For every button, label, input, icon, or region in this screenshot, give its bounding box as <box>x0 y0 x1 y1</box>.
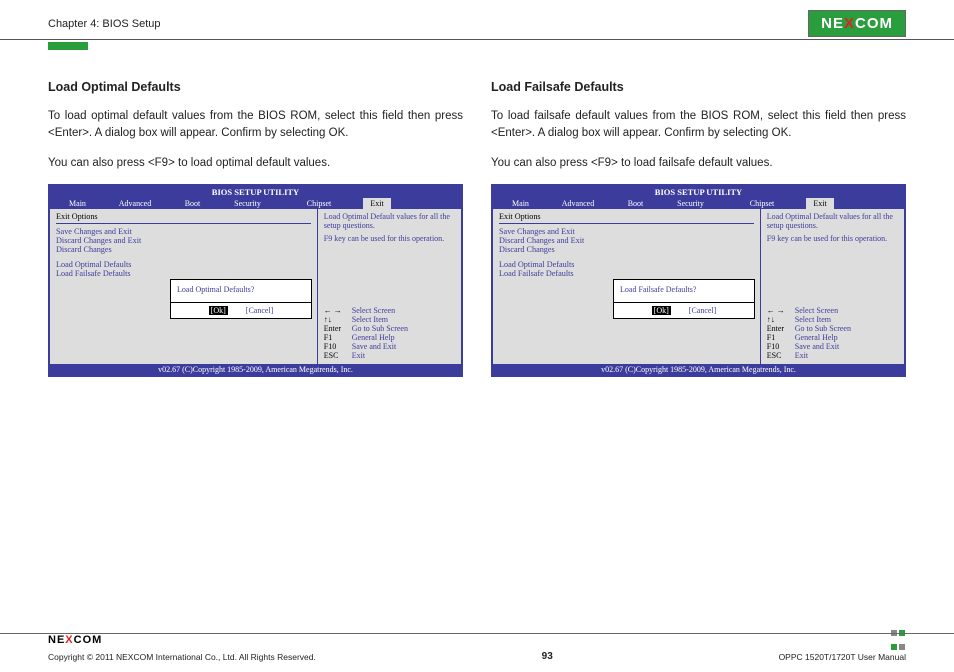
nav-val: Go to Sub Screen <box>352 324 408 333</box>
nav-val: General Help <box>352 333 395 342</box>
logo-pre: NE <box>821 15 844 32</box>
nav-key: ← → <box>324 306 352 315</box>
item-load-failsafe[interactable]: Load Failsafe Defaults <box>499 269 754 278</box>
nav-help: ← →Select Screen ↑↓Select Item EnterGo t… <box>767 306 898 360</box>
right-column: Load Failsafe Defaults To load failsafe … <box>491 80 906 377</box>
chapter-title: Chapter 4: BIOS Setup <box>48 18 161 30</box>
logo-pre: NE <box>48 634 65 646</box>
menu-exit[interactable]: Exit <box>806 198 834 209</box>
nav-val: Exit <box>795 351 808 360</box>
nav-key: ← → <box>767 306 795 315</box>
nav-key: F1 <box>324 333 352 342</box>
help-text-2: F9 key can be used for this operation. <box>324 234 455 243</box>
section-title-optimal: Load Optimal Defaults <box>48 80 463 94</box>
nav-val: Exit <box>352 351 365 360</box>
left-column: Load Optimal Defaults To load optimal de… <box>48 80 463 377</box>
nav-val: Select Item <box>795 315 831 324</box>
bios-screenshot-failsafe: BIOS SETUP UTILITY Main Advanced Boot Se… <box>491 184 906 377</box>
nav-val: Save and Exit <box>795 342 839 351</box>
logo-post: COM <box>855 15 893 32</box>
paragraph: To load failsafe default values from the… <box>491 108 906 143</box>
item-load-optimal[interactable]: Load Optimal Defaults <box>56 260 311 269</box>
logo-x: X <box>65 634 73 646</box>
paragraph: You can also press <F9> to load failsafe… <box>491 155 906 172</box>
menu-security[interactable]: Security <box>663 198 718 209</box>
nav-key: ESC <box>324 351 352 360</box>
nav-val: General Help <box>795 333 838 342</box>
page-number: 93 <box>542 651 553 662</box>
item-save-exit[interactable]: Save Changes and Exit <box>56 227 311 236</box>
cancel-button[interactable]: [Cancel] <box>246 306 274 315</box>
cancel-button[interactable]: [Cancel] <box>689 306 717 315</box>
nav-key: ESC <box>767 351 795 360</box>
nav-help: ← →Select Screen ↑↓Select Item EnterGo t… <box>324 306 455 360</box>
footer-logo: NEXCOM <box>48 634 102 646</box>
menu-chipset[interactable]: Chipset <box>275 198 363 209</box>
nav-key: F10 <box>767 342 795 351</box>
accent-bar <box>48 42 88 50</box>
bios-title: BIOS SETUP UTILITY <box>50 186 461 198</box>
menu-main[interactable]: Main <box>50 198 105 209</box>
footer-manual: OPPC 1520T/1720T User Manual <box>779 652 906 662</box>
page-footer: NEXCOM Copyright © 2011 NEXCOM Internati… <box>0 633 954 662</box>
item-discard[interactable]: Discard Changes <box>56 245 311 254</box>
confirm-dialog: Load Failsafe Defaults? [Ok] [Cancel] <box>613 279 755 319</box>
logo-x: X <box>844 15 855 32</box>
menu-main[interactable]: Main <box>493 198 548 209</box>
bios-title: BIOS SETUP UTILITY <box>493 186 904 198</box>
menu-security[interactable]: Security <box>220 198 275 209</box>
menu-advanced[interactable]: Advanced <box>105 198 165 209</box>
bios-menu: Main Advanced Boot Security Chipset Exit <box>50 198 461 209</box>
logo-post: COM <box>74 634 103 646</box>
nav-val: Select Item <box>352 315 388 324</box>
section-title-failsafe: Load Failsafe Defaults <box>491 80 906 94</box>
menu-exit[interactable]: Exit <box>363 198 391 209</box>
menu-boot[interactable]: Boot <box>608 198 663 209</box>
nav-val: Select Screen <box>352 306 395 315</box>
paragraph: You can also press <F9> to load optimal … <box>48 155 463 172</box>
menu-boot[interactable]: Boot <box>165 198 220 209</box>
nav-key: F10 <box>324 342 352 351</box>
help-text-2: F9 key can be used for this operation. <box>767 234 898 243</box>
exit-options-header: Exit Options <box>499 212 754 221</box>
dialog-title: Load Failsafe Defaults? <box>614 280 754 303</box>
nav-val: Go to Sub Screen <box>795 324 851 333</box>
menu-advanced[interactable]: Advanced <box>548 198 608 209</box>
nav-val: Save and Exit <box>352 342 396 351</box>
ok-button[interactable]: [Ok] <box>652 306 671 315</box>
bios-copyright: v02.67 (C)Copyright 1985-2009, American … <box>493 364 904 375</box>
nav-key: Enter <box>767 324 795 333</box>
help-text: Load Optimal Default values for all the … <box>767 212 898 230</box>
item-load-failsafe[interactable]: Load Failsafe Defaults <box>56 269 311 278</box>
nav-key: F1 <box>767 333 795 342</box>
ok-button[interactable]: [Ok] <box>209 306 228 315</box>
exit-options-header: Exit Options <box>56 212 311 221</box>
bios-copyright: v02.67 (C)Copyright 1985-2009, American … <box>50 364 461 375</box>
item-load-optimal[interactable]: Load Optimal Defaults <box>499 260 754 269</box>
nav-key: ↑↓ <box>767 315 795 324</box>
dialog-title: Load Optimal Defaults? <box>171 280 311 303</box>
item-save-exit[interactable]: Save Changes and Exit <box>499 227 754 236</box>
nav-key: ↑↓ <box>324 315 352 324</box>
footer-copyright: Copyright © 2011 NEXCOM International Co… <box>48 652 316 662</box>
item-discard-exit[interactable]: Discard Changes and Exit <box>499 236 754 245</box>
bios-menu: Main Advanced Boot Security Chipset Exit <box>493 198 904 209</box>
help-text: Load Optimal Default values for all the … <box>324 212 455 230</box>
paragraph: To load optimal default values from the … <box>48 108 463 143</box>
menu-chipset[interactable]: Chipset <box>718 198 806 209</box>
item-discard-exit[interactable]: Discard Changes and Exit <box>56 236 311 245</box>
item-discard[interactable]: Discard Changes <box>499 245 754 254</box>
nav-key: Enter <box>324 324 352 333</box>
confirm-dialog: Load Optimal Defaults? [Ok] [Cancel] <box>170 279 312 319</box>
bios-screenshot-optimal: BIOS SETUP UTILITY Main Advanced Boot Se… <box>48 184 463 377</box>
nav-val: Select Screen <box>795 306 838 315</box>
nexcom-logo: NEXCOM <box>808 10 906 37</box>
